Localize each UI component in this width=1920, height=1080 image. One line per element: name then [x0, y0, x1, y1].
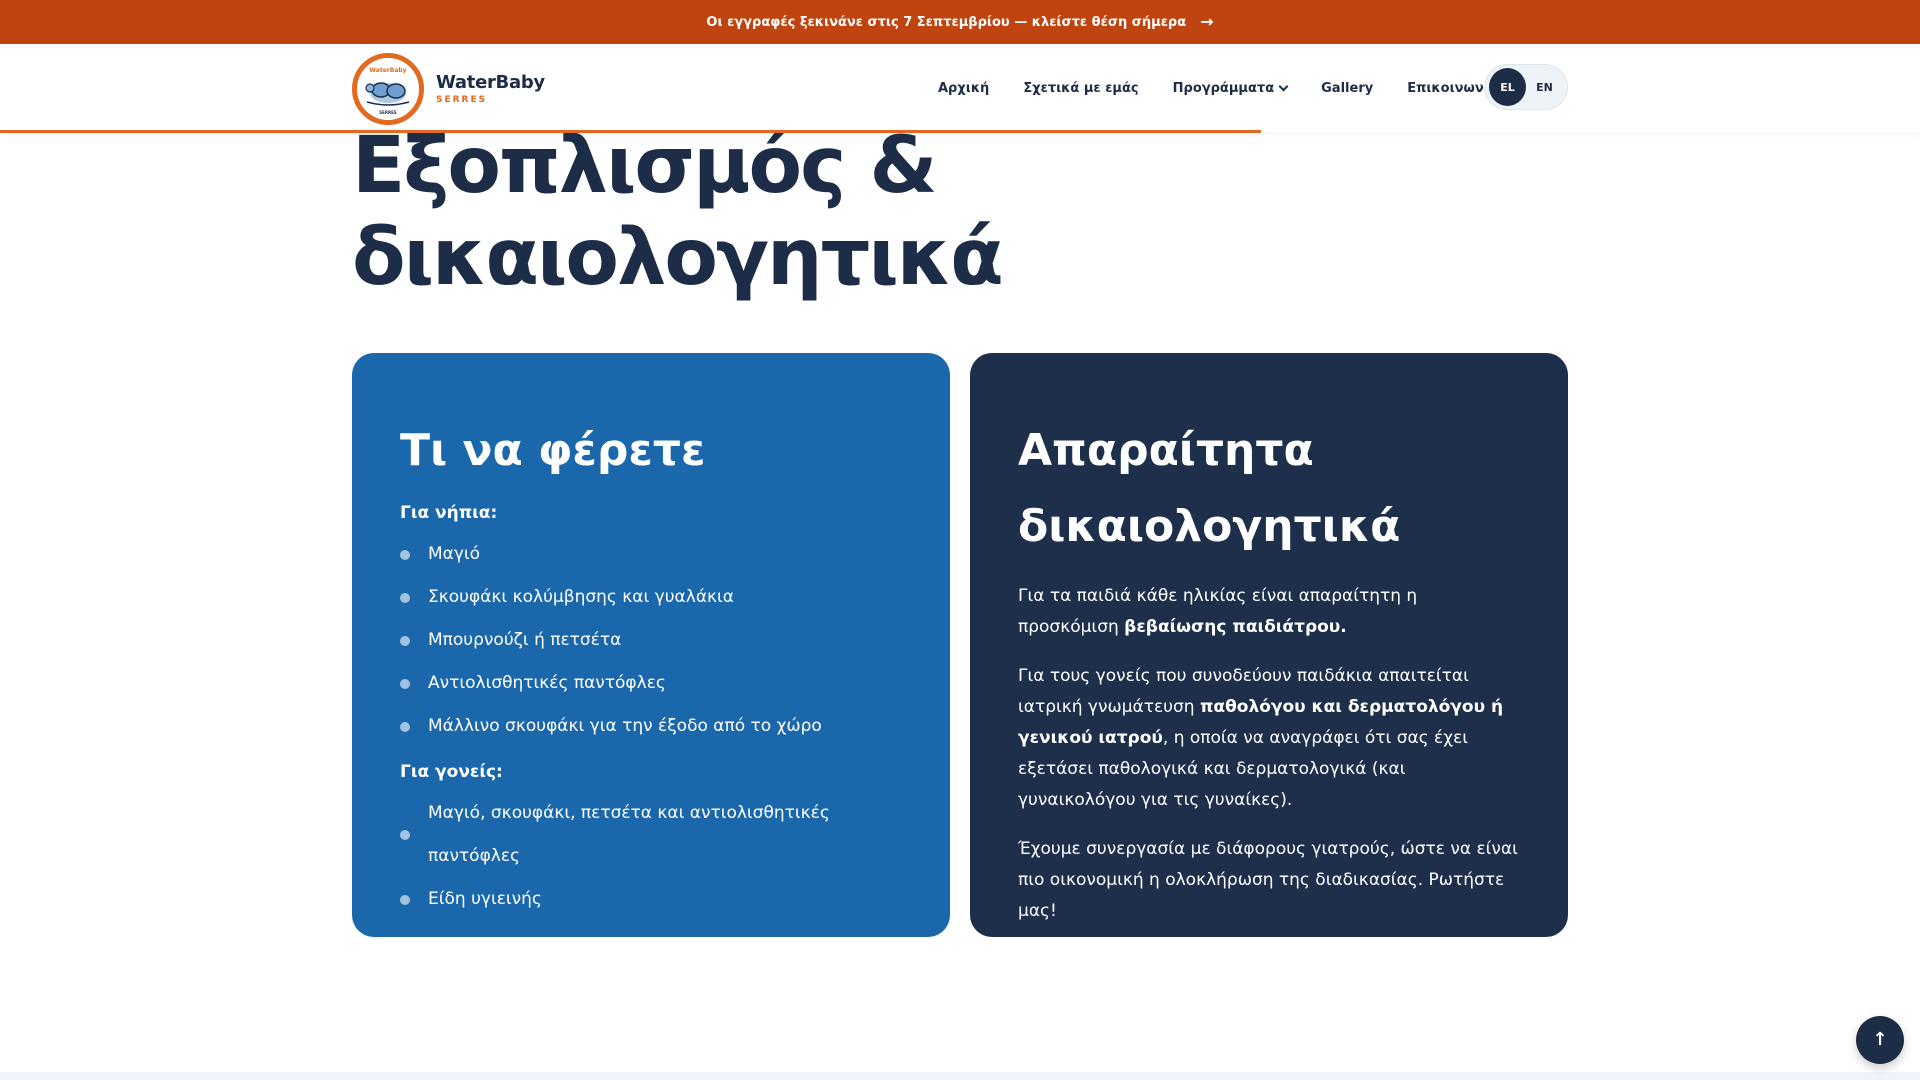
bullet-icon	[400, 635, 410, 646]
site-header: WaterBaby SERRES WaterBaby SERRES Αρχική…	[0, 44, 1920, 133]
back-to-top-button[interactable]: ↑	[1856, 1016, 1904, 1064]
logo-badge: WaterBaby SERRES	[352, 53, 424, 125]
brand-subtitle: SERRES	[436, 94, 488, 105]
list-item: Σκουφάκι κολύμβησης και γυαλάκια	[400, 576, 902, 619]
docs-paragraph-doctors: Έχουμε συνεργασία με διάφορους γιατρούς,…	[1018, 839, 1518, 921]
list-item: Μαγιό	[400, 533, 902, 576]
bullet-icon	[400, 592, 410, 603]
list-item-text: Σκουφάκι κολύμβησης και γυαλάκια	[428, 587, 735, 607]
language-switcher: EL EN	[1484, 64, 1568, 110]
badge-bottom-text: SERRES	[379, 110, 397, 115]
docs-p1-bold: βεβαίωσης παιδιάτρου.	[1124, 617, 1347, 637]
infants-heading: Για νήπια:	[400, 503, 498, 523]
turtle-logo-icon: WaterBaby SERRES	[357, 58, 419, 120]
brand-name: WaterBaby	[436, 72, 545, 94]
what-to-bring-card: Τι να φέρετε Για νήπια: Μαγιό Σκουφάκι κ…	[352, 353, 950, 937]
what-to-bring-title: Τι να φέρετε	[400, 425, 706, 476]
list-item: Αντιολισθητικές παντόφλες	[400, 662, 902, 705]
list-item: Είδη υγιεινής	[400, 878, 902, 921]
bullet-icon	[400, 721, 410, 732]
nav-item-about[interactable]: Σχετικά με εμάς	[1023, 81, 1138, 96]
infants-list: Μαγιό Σκουφάκι κολύμβησης και γυαλάκια Μ…	[400, 533, 902, 748]
nav-item-programs[interactable]: Προγράμματα	[1172, 80, 1289, 96]
announcement-bar[interactable]: Οι εγγραφές ξεκινάνε στις 7 Σεπτεμβρίου …	[0, 0, 1920, 44]
list-item: Μαγιό, σκουφάκι, πετσέτα και αντιολισθητ…	[400, 792, 902, 878]
nav-item-label: Προγράμματα	[1172, 80, 1275, 96]
announcement-text: Οι εγγραφές ξεκινάνε στις 7 Σεπτεμβρίου …	[706, 14, 1187, 30]
bullet-icon	[400, 830, 410, 840]
bullet-icon	[400, 678, 410, 689]
required-documents-title: Απαραίτητα δικαιολογητικά	[1018, 413, 1520, 565]
bullet-icon	[400, 549, 410, 560]
docs-paragraph-children: Για τα παιδιά κάθε ηλικίας είναι απαραίτ…	[1018, 581, 1520, 643]
footer-edge	[0, 1072, 1920, 1080]
list-item: Μάλλινο σκουφάκι για την έξοδο από το χώ…	[400, 705, 902, 748]
logo-text: WaterBaby SERRES	[436, 73, 545, 105]
parents-heading: Για γονείς:	[400, 762, 503, 782]
badge-top-text: WaterBaby	[369, 67, 406, 74]
docs-title-line1: Απαραίτητα	[1018, 425, 1314, 476]
main-nav: Αρχική Σχετικά με εμάς Προγράμματα Galle…	[938, 44, 1498, 132]
logo[interactable]: WaterBaby SERRES WaterBaby SERRES	[352, 53, 545, 125]
scroll-progress-bar	[0, 130, 1261, 133]
nav-item-label: Σχετικά με εμάς	[1023, 80, 1139, 96]
lang-en-button[interactable]: EN	[1526, 68, 1563, 106]
page-title-line1: Εξοπλισμός &	[352, 121, 938, 211]
nav-item-label: Αρχική	[938, 80, 990, 96]
nav-item-home[interactable]: Αρχική	[938, 81, 989, 96]
parents-list: Μαγιό, σκουφάκι, πετσέτα και αντιολισθητ…	[400, 792, 902, 921]
bullet-icon	[400, 894, 410, 905]
list-item-text: Είδη υγιεινής	[428, 889, 542, 909]
list-item: Μπουρνούζι ή πετσέτα	[400, 619, 902, 662]
docs-title-line2: δικαιολογητικά	[1018, 501, 1401, 552]
list-item-text: Μαγιό, σκουφάκι, πετσέτα και αντιολισθητ…	[428, 803, 830, 866]
list-item-text: Αντιολισθητικές παντόφλες	[428, 673, 666, 693]
chevron-down-icon	[1278, 81, 1289, 91]
docs-paragraph-parents: Για τους γονείς που συνοδεύουν παιδάκια …	[1018, 661, 1520, 816]
page-title: Εξοπλισμός & δικαιολογητικά	[352, 120, 1252, 304]
list-item-text: Μαγιό	[428, 544, 481, 564]
lang-el-button[interactable]: EL	[1489, 68, 1526, 106]
nav-item-label: Gallery	[1321, 80, 1374, 96]
arrow-up-icon: ↑	[1872, 1029, 1888, 1050]
page-title-line2: δικαιολογητικά	[352, 213, 1004, 303]
list-item-text: Μπουρνούζι ή πετσέτα	[428, 630, 622, 650]
arrow-right-icon: →	[1200, 12, 1214, 31]
list-item-text: Μάλλινο σκουφάκι για την έξοδο από το χώ…	[428, 716, 822, 736]
required-documents-card: Απαραίτητα δικαιολογητικά Για τα παιδιά …	[970, 353, 1568, 937]
nav-item-gallery[interactable]: Gallery	[1321, 81, 1373, 96]
